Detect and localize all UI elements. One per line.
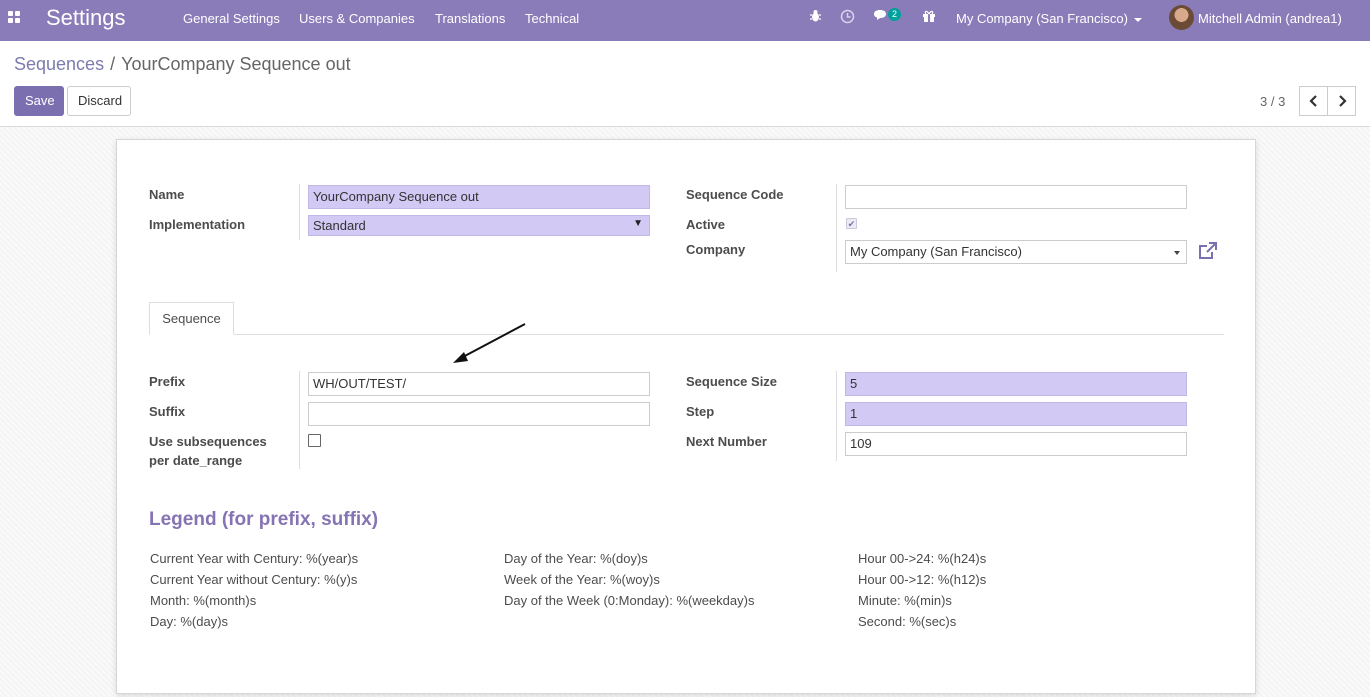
- pager-previous-button[interactable]: [1299, 86, 1328, 116]
- legend-item: Hour 00->24: %(h24)s: [858, 551, 987, 566]
- menu-translations[interactable]: Translations: [435, 11, 505, 26]
- sequence-code-input[interactable]: [845, 185, 1187, 209]
- breadcrumb: Sequences / YourCompany Sequence out: [14, 54, 351, 75]
- prefix-label: Prefix: [149, 374, 186, 389]
- user-menu[interactable]: Mitchell Admin (andrea1): [1198, 11, 1342, 26]
- debug-bug-icon[interactable]: [809, 9, 822, 26]
- gift-icon[interactable]: [922, 9, 936, 26]
- use-subsequences-label: Use subsequences: [149, 434, 267, 449]
- next-number-label: Next Number: [686, 434, 767, 449]
- legend-item: Day: %(day)s: [150, 614, 229, 629]
- sequence-size-label: Sequence Size: [686, 374, 778, 389]
- company-label: Company: [686, 242, 746, 257]
- legend-title: Legend (for prefix, suffix): [149, 509, 379, 530]
- legend-item: Second: %(sec)s: [858, 614, 957, 629]
- menu-users-companies[interactable]: Users & Companies: [299, 11, 415, 26]
- use-subsequences-checkbox[interactable]: [308, 434, 321, 447]
- apps-menu-icon[interactable]: [8, 11, 22, 25]
- discard-button[interactable]: Discard: [67, 86, 131, 116]
- legend-item: Hour 00->12: %(h12)s: [858, 572, 987, 587]
- tab-sequence[interactable]: Sequence: [149, 302, 234, 335]
- form-sheet: Name Implementation YourCompany Sequence…: [116, 139, 1256, 694]
- legend-item: Month: %(month)s: [150, 593, 257, 608]
- breadcrumb-sequences-link[interactable]: Sequences: [14, 54, 104, 74]
- pager-counter: 3 / 3: [1260, 94, 1286, 109]
- active-checkbox[interactable]: ✔: [846, 218, 857, 229]
- label-separator: [299, 184, 300, 240]
- chevron-left-icon: [1308, 95, 1317, 107]
- company-selected: My Company (San Francisco): [850, 244, 1022, 259]
- legend-item: Day of the Year: %(doy)s: [504, 551, 648, 566]
- breadcrumb-separator: /: [110, 54, 116, 74]
- pager-next-button[interactable]: [1327, 86, 1356, 116]
- select-arrow-icon: ▼: [633, 218, 643, 229]
- app-title: Settings: [46, 5, 126, 30]
- caret-down-icon: [1174, 251, 1180, 255]
- name-input[interactable]: YourCompany Sequence out: [308, 185, 650, 209]
- top-navbar: Settings General Settings Users & Compan…: [0, 0, 1370, 41]
- use-subsequences-label-line2: per date_range: [149, 453, 243, 468]
- company-select[interactable]: My Company (San Francisco): [845, 240, 1187, 264]
- user-avatar[interactable]: [1169, 5, 1194, 30]
- annotation-arrow-icon: [453, 323, 526, 363]
- legend-item: Current Year with Century: %(year)s: [150, 551, 359, 566]
- label-separator: [299, 371, 300, 469]
- company-switcher-label: My Company (San Francisco): [956, 11, 1128, 26]
- step-label: Step: [686, 404, 715, 419]
- name-label: Name: [149, 187, 185, 202]
- messages-badge: 2: [888, 8, 901, 21]
- implementation-select[interactable]: Standard ▼: [308, 215, 650, 236]
- sequence-size-input[interactable]: 5: [845, 372, 1187, 396]
- menu-technical[interactable]: Technical: [525, 11, 579, 26]
- menu-general-settings[interactable]: General Settings: [183, 11, 280, 26]
- caret-down-icon: [1133, 17, 1142, 22]
- implementation-label: Implementation: [149, 217, 246, 232]
- chevron-right-icon: [1338, 95, 1347, 107]
- legend-item: Minute: %(min)s: [858, 593, 952, 608]
- legend-item: Day of the Week (0:Monday): %(weekday)s: [504, 593, 755, 608]
- step-input[interactable]: 1: [845, 402, 1187, 426]
- legend-item: Current Year without Century: %(y)s: [150, 572, 358, 587]
- external-link-icon[interactable]: [1198, 242, 1218, 264]
- label-separator: [836, 184, 837, 272]
- implementation-selected: Standard: [313, 218, 366, 233]
- legend-item: Week of the Year: %(woy)s: [504, 572, 660, 587]
- prefix-input[interactable]: WH/OUT/TEST/: [308, 372, 650, 396]
- next-number-input[interactable]: 109: [845, 432, 1187, 456]
- sequence-code-label: Sequence Code: [686, 187, 784, 202]
- suffix-input[interactable]: [308, 402, 650, 426]
- breadcrumb-current: YourCompany Sequence out: [121, 54, 351, 74]
- active-label: Active: [686, 217, 726, 232]
- activity-clock-icon[interactable]: [840, 9, 855, 27]
- control-panel: Sequences / YourCompany Sequence out Save …: [0, 41, 1370, 127]
- tab-bar-line: [149, 334, 1224, 335]
- company-switcher[interactable]: My Company (San Francisco): [956, 11, 1142, 26]
- save-button[interactable]: Save: [14, 86, 64, 116]
- suffix-label: Suffix: [149, 404, 186, 419]
- label-separator: [836, 371, 837, 461]
